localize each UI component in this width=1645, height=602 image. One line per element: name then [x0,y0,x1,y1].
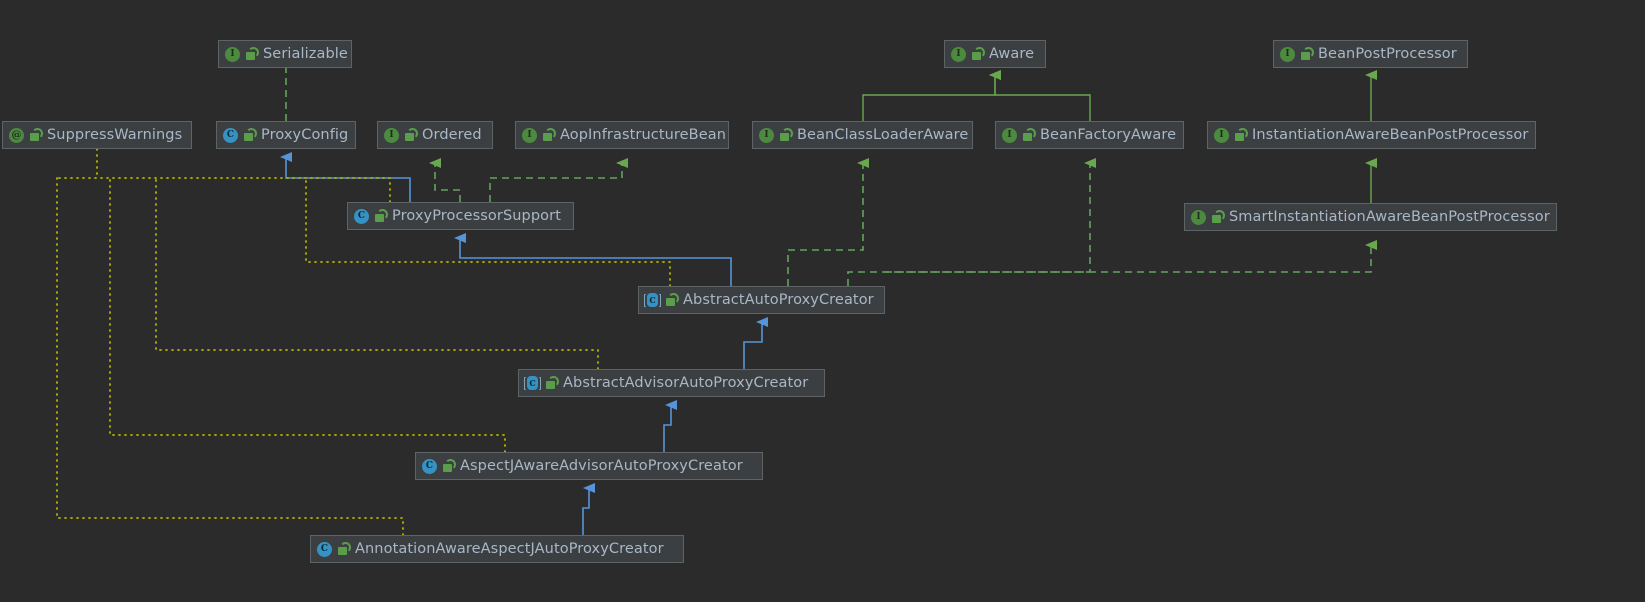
class-node-annotationaware[interactable]: C AnnotationAwareAspectJAutoProxyCreator [310,535,684,563]
class-node-serializable[interactable]: I Serializable [218,40,352,68]
edge-aspectjaware-abstractadvisor [663,399,677,452]
class-node-label: Serializable [263,45,348,62]
interface-icon: I [1191,209,1206,225]
interface-icon: I [1002,127,1017,143]
edge-abstractauto-beanfactory [787,157,869,286]
public-visibility-icon [541,128,556,142]
class-node-abstractauto[interactable]: C AbstractAutoProxyCreator [638,286,885,314]
class-node-ordered[interactable]: I Ordered [377,121,493,149]
class-node-label: AopInfrastructureBean [560,126,727,143]
public-visibility-icon [664,293,679,307]
class-node-label: BeanClassLoaderAware [797,126,969,143]
class-node-aware[interactable]: I Aware [944,40,1046,68]
public-visibility-icon [403,128,418,142]
edge-annotationaware-annotation [56,177,404,536]
interface-icon: I [384,127,399,143]
edge-abstractauto-smartinst [885,239,1377,273]
edge-proxyprocsupp-aopinfra [489,157,628,202]
class-node-aspectjaware[interactable]: C AspectJAwareAdvisorAutoProxyCreator [415,452,763,480]
interface-icon: I [759,127,774,143]
edge-abstractauto-proxyprocsupp [454,232,732,286]
public-visibility-icon [1233,128,1248,142]
class-node-smartinst[interactable]: I SmartInstantiationAwareBeanPostProcesso… [1184,203,1557,231]
public-visibility-icon [242,128,257,142]
class-node-label: ProxyProcessorSupport [392,207,561,224]
edge-proxyprocsupp-annotation [56,177,391,203]
public-visibility-icon [441,459,456,473]
class-node-label: AbstractAdvisorAutoProxyCreator [563,374,809,391]
class-node-proxyconfig[interactable]: C ProxyConfig [216,121,356,149]
class-node-beanclassloader[interactable]: I BeanClassLoaderAware [752,121,973,149]
public-visibility-icon [1299,47,1314,61]
abstract-class-icon: C [644,293,661,308]
edge-proxyprocsupp-ordered [429,157,461,202]
public-visibility-icon [1210,210,1225,224]
class-node-proxyprocsupp[interactable]: C ProxyProcessorSupport [347,202,574,230]
abstract-class-icon: C [524,376,541,391]
public-visibility-icon [244,47,259,61]
public-visibility-icon [336,542,351,556]
public-visibility-icon [970,47,985,61]
class-icon: C [354,208,369,224]
class-node-label: InstantiationAwareBeanPostProcessor [1252,126,1529,143]
public-visibility-icon [778,128,793,142]
class-node-suppresswarn[interactable]: @ SuppressWarnings [2,121,192,149]
interface-icon: I [1280,46,1295,62]
interface-icon: I [951,46,966,62]
class-node-label: AnnotationAwareAspectJAutoProxyCreator [355,540,664,557]
class-node-label: Ordered [422,126,482,143]
class-icon: C [317,541,332,557]
interface-icon: I [225,46,240,62]
edge-beanclassloader-aware [862,69,1001,121]
edge-abstractauto-beanclassloader [847,157,1096,286]
interface-icon: I [1214,127,1229,143]
class-node-label: AbstractAutoProxyCreator [683,291,874,308]
class-icon: C [422,458,437,474]
public-visibility-icon [1021,128,1036,142]
class-node-label: SmartInstantiationAwareBeanPostProcessor [1229,208,1550,225]
public-visibility-icon [544,376,559,390]
class-node-beanfactory[interactable]: I BeanFactoryAware [995,121,1184,149]
edge-proxyprocsupp-proxyconfig [280,151,411,202]
class-node-beanpost[interactable]: I BeanPostProcessor [1273,40,1468,68]
edge-abstractauto-annotation [305,177,671,287]
class-node-instantiation[interactable]: I InstantiationAwareBeanPostProcessor [1207,121,1536,149]
class-hierarchy-diagram: I Serializable I Aware I BeanPostProcessor @ Su… [0,0,1645,602]
class-node-label: BeanPostProcessor [1318,45,1457,62]
class-node-label: ProxyConfig [261,126,349,143]
edge-annotationaware-aspectjaware [582,482,595,535]
edge-beanfactory-aware [989,69,1091,121]
class-node-abstractadvisor[interactable]: C AbstractAdvisorAutoProxyCreator [518,369,825,397]
edge-abstractadvisor-abstractauto [743,316,768,369]
public-visibility-icon [28,128,43,142]
class-node-label: SuppressWarnings [47,126,183,143]
interface-icon: I [522,127,537,143]
class-icon: C [223,127,238,143]
class-node-label: AspectJAwareAdvisorAutoProxyCreator [460,457,743,474]
annotation-icon: @ [9,127,24,143]
class-node-label: Aware [989,45,1035,62]
class-node-label: BeanFactoryAware [1040,126,1177,143]
class-node-aopinfra[interactable]: I AopInfrastructureBean [515,121,729,149]
public-visibility-icon [373,209,388,223]
